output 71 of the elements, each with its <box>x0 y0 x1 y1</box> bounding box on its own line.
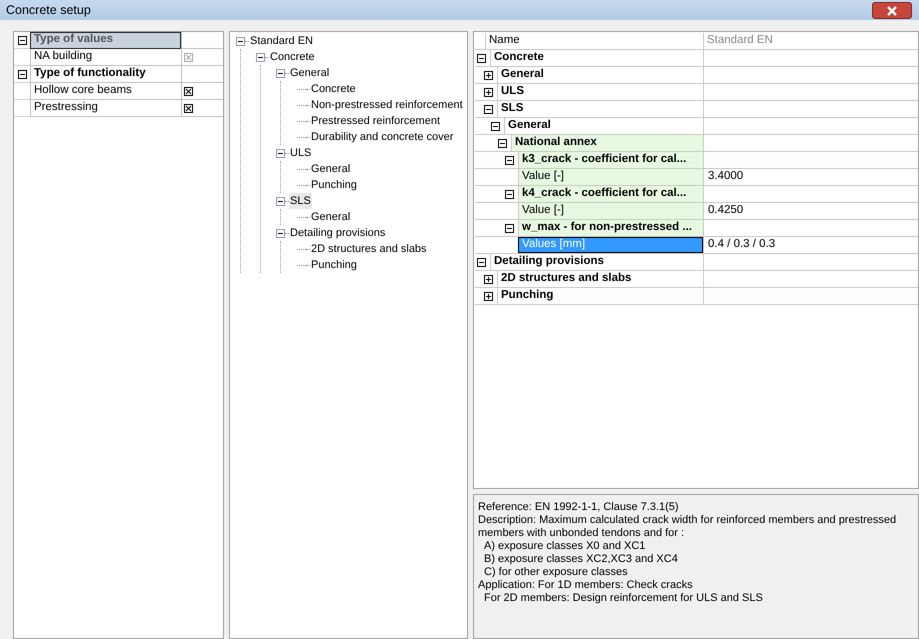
tree-item[interactable]: Durability and concrete cover <box>310 128 454 146</box>
tree-item[interactable]: Punching <box>310 256 358 274</box>
tree-item[interactable]: General <box>310 208 352 226</box>
setting-label: Type of values <box>30 32 181 49</box>
collapse-icon[interactable] <box>498 138 507 148</box>
column-header[interactable]: Name <box>485 33 520 49</box>
expand-icon[interactable] <box>484 292 493 300</box>
tree-item[interactable]: Punching <box>310 176 358 194</box>
close-button[interactable] <box>872 2 912 19</box>
group-label[interactable]: General <box>497 67 703 83</box>
collapse-icon[interactable] <box>491 122 500 130</box>
group-label[interactable]: ULS <box>497 84 703 100</box>
checkbox[interactable] <box>184 104 193 112</box>
collapse-icon[interactable] <box>484 104 493 114</box>
tree-item[interactable]: Concrete <box>269 48 316 66</box>
collapse-icon[interactable] <box>276 148 285 158</box>
group-label[interactable]: w_max - for non-prestressed ... <box>518 220 703 236</box>
property-label[interactable]: Value [-] <box>518 203 703 219</box>
collapse-icon[interactable] <box>505 224 514 232</box>
tree-item[interactable]: Prestressed reinforcement <box>310 112 441 130</box>
group-label[interactable]: Detailing provisions <box>490 254 703 270</box>
window-title: Concrete setup <box>6 2 91 19</box>
column-header[interactable]: Standard EN <box>704 33 918 50</box>
collapse-icon[interactable] <box>256 52 265 62</box>
expand-icon[interactable] <box>484 88 493 96</box>
tree-item[interactable]: 2D structures and slabs <box>310 240 428 258</box>
setting-label: Hollow core beams <box>30 83 181 100</box>
close-icon <box>886 6 898 16</box>
collapse-icon[interactable] <box>18 36 26 44</box>
property-value[interactable]: 0.4250 <box>708 202 744 220</box>
collapse-icon[interactable] <box>18 70 26 78</box>
expand-icon[interactable] <box>484 274 493 284</box>
group-label[interactable]: 2D structures and slabs <box>497 271 703 287</box>
description-text: Application: For 1D members: Check cracks <box>478 579 694 592</box>
expand-icon[interactable] <box>484 70 493 80</box>
setting-label: Prestressing <box>30 100 181 117</box>
description-text: Description: Maximum calculated crack width for reinforced members and prestressed members with unbonded tendons and for : <box>478 514 898 540</box>
group-label[interactable]: k3_crack - coefficient for cal... <box>518 152 703 168</box>
group-label[interactable]: General <box>504 118 703 134</box>
description-text: A) exposure classes X0 and XC1 <box>483 540 646 553</box>
tree-item[interactable]: General <box>289 64 330 82</box>
collapse-icon[interactable] <box>276 228 285 238</box>
collapse-icon[interactable] <box>276 196 285 206</box>
collapse-icon[interactable] <box>505 156 514 164</box>
description-text: B) exposure classes XC2,XC3 and XC4 <box>483 553 679 566</box>
description-text: For 2D members: Design reinforcement for ULS and SLS <box>483 592 764 605</box>
tree-item[interactable]: Detailing provisions <box>289 224 386 242</box>
tree-item[interactable]: Non-prestressed reinforcement <box>310 96 464 114</box>
tree-item[interactable]: ULS <box>289 144 312 162</box>
tree-item[interactable]: SLS <box>289 192 312 210</box>
collapse-icon[interactable] <box>236 36 245 46</box>
collapse-icon[interactable] <box>505 190 514 198</box>
setting-label: NA building <box>30 49 181 66</box>
checkbox[interactable] <box>184 86 193 96</box>
tree-item[interactable]: Standard EN <box>249 32 314 50</box>
group-label[interactable]: National annex <box>511 135 703 151</box>
collapse-icon[interactable] <box>477 54 486 62</box>
group-label[interactable]: Punching <box>497 288 703 304</box>
group-label[interactable]: SLS <box>497 101 703 117</box>
collapse-icon[interactable] <box>276 68 285 78</box>
setting-label: Type of functionality <box>30 66 181 83</box>
tree-item[interactable]: General <box>310 160 352 178</box>
property-label[interactable]: Value [-] <box>518 169 703 185</box>
collapse-icon[interactable] <box>477 258 486 266</box>
description-text: Reference: EN 1992-1-1, Clause 7.3.1(5) <box>478 501 680 514</box>
group-label[interactable]: Concrete <box>490 50 703 66</box>
group-label[interactable]: k4_crack - coefficient for cal... <box>518 186 703 202</box>
tree-item[interactable]: Concrete <box>310 80 357 98</box>
property-value[interactable]: 0.4 / 0.3 / 0.3 <box>708 236 776 254</box>
property-value[interactable]: 3.4000 <box>708 168 744 186</box>
description-text: C) for other exposure classes <box>483 566 629 579</box>
